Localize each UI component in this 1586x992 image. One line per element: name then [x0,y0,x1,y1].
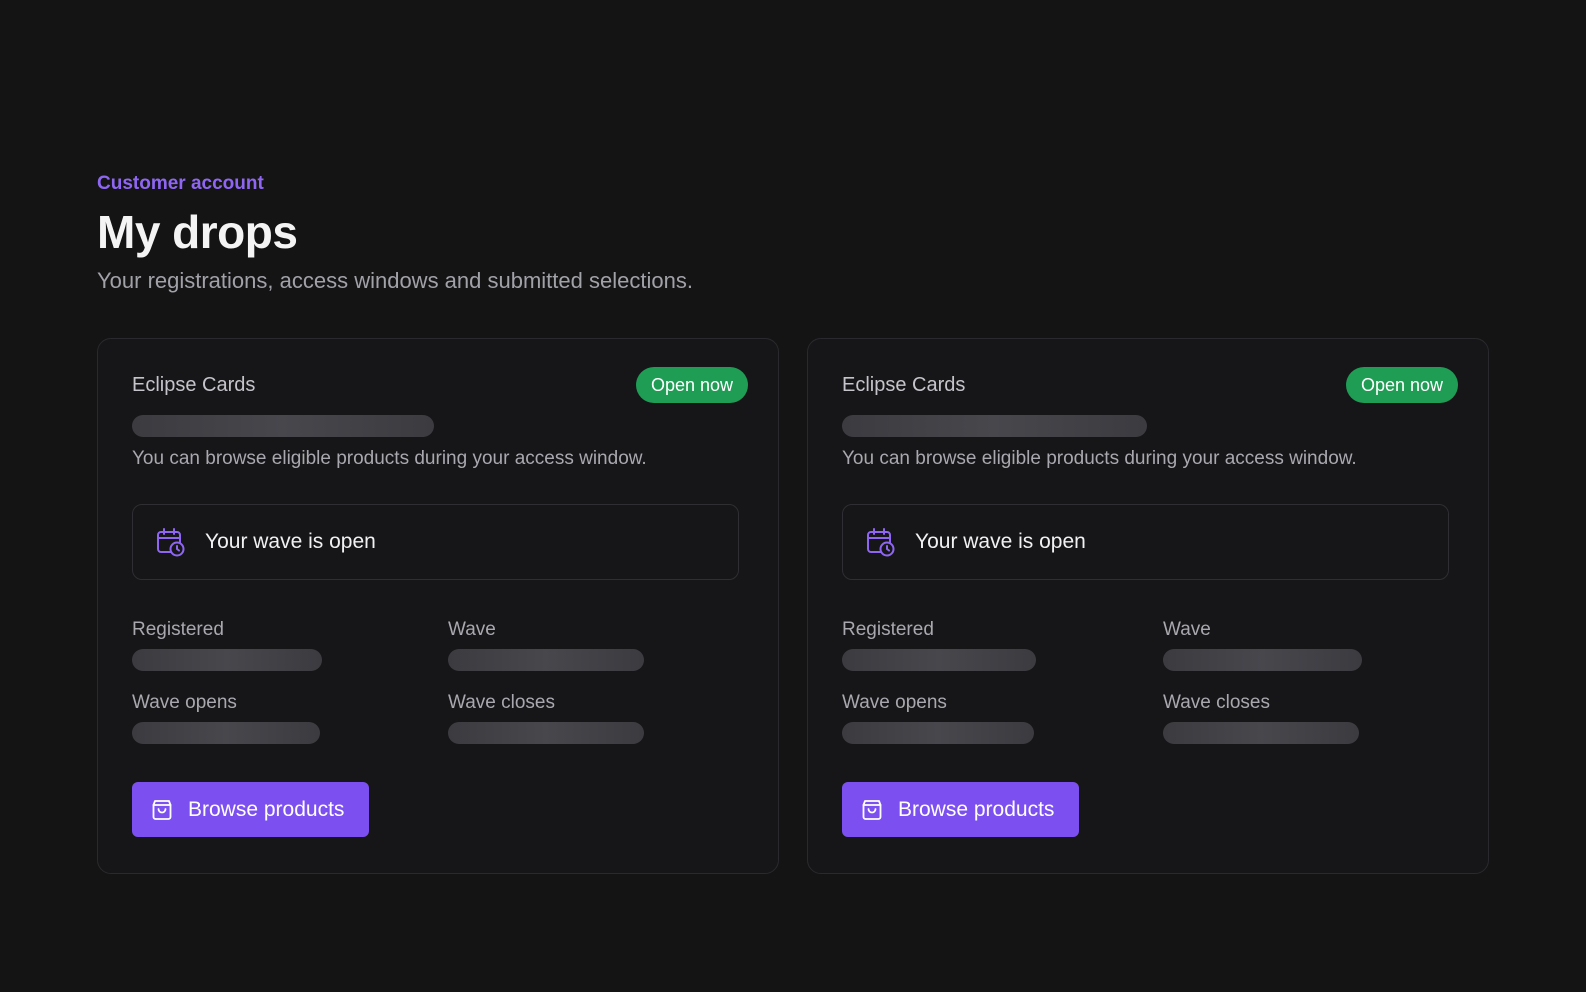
drop-details: Registered Wave Wave opens Wave closes [842,618,1454,744]
wave-status-text: Your wave is open [915,530,1086,553]
wave-closes-field: Wave closes [448,691,738,744]
wave-status-text: Your wave is open [205,530,376,553]
registered-field: Registered [132,618,448,671]
wave-opens-field: Wave opens [842,691,1163,744]
page-eyebrow: Customer account [97,173,264,194]
registered-label: Registered [842,619,934,640]
wave-opens-field: Wave opens [132,691,448,744]
drop-description: You can browse eligible products during … [842,448,1357,469]
drop-card: Eclipse Cards Open now You can browse el… [807,338,1489,874]
drop-cards: Eclipse Cards Open now You can browse el… [97,338,1489,874]
wave-placeholder [448,649,644,671]
registered-placeholder [842,649,1036,671]
page-subtitle: Your registrations, access windows and s… [97,268,693,293]
drop-name: Eclipse Cards [842,373,966,396]
shopping-bag-icon [860,798,884,822]
drop-card: Eclipse Cards Open now You can browse el… [97,338,779,874]
status-badge: Open now [1345,367,1458,403]
calendar-clock-icon [155,526,187,558]
page: Customer account My drops Your registrat… [0,0,1586,992]
wave-field: Wave [448,618,738,671]
drop-name: Eclipse Cards [132,373,256,396]
wave-opens-placeholder [842,722,1034,744]
wave-closes-placeholder [448,722,644,744]
drop-description: You can browse eligible products during … [132,448,647,469]
card-header: Eclipse Cards Open now [842,365,1458,405]
date-placeholder [842,415,1147,437]
page-title: My drops [97,206,298,258]
wave-label: Wave [448,619,496,640]
card-header: Eclipse Cards Open now [132,365,748,405]
registered-placeholder [132,649,322,671]
browse-products-label: Browse products [188,797,345,821]
wave-closes-label: Wave closes [1163,692,1270,713]
browse-products-button[interactable]: Browse products [842,782,1080,837]
date-placeholder [132,415,434,437]
wave-closes-field: Wave closes [1163,691,1453,744]
drop-details: Registered Wave Wave opens Wave closes [132,618,744,744]
registered-label: Registered [132,619,224,640]
wave-label: Wave [1163,619,1211,640]
calendar-clock-icon [865,526,897,558]
shopping-bag-icon [150,798,174,822]
wave-closes-placeholder [1163,722,1359,744]
wave-status-box: Your wave is open [842,504,1449,580]
wave-placeholder [1163,649,1362,671]
wave-opens-label: Wave opens [132,692,237,713]
browse-products-button[interactable]: Browse products [132,782,370,837]
wave-opens-label: Wave opens [842,692,947,713]
registered-field: Registered [842,618,1163,671]
wave-opens-placeholder [132,722,320,744]
wave-status-box: Your wave is open [132,504,739,580]
wave-closes-label: Wave closes [448,692,555,713]
wave-field: Wave [1163,618,1453,671]
browse-products-label: Browse products [898,797,1055,821]
status-badge: Open now [635,367,748,403]
